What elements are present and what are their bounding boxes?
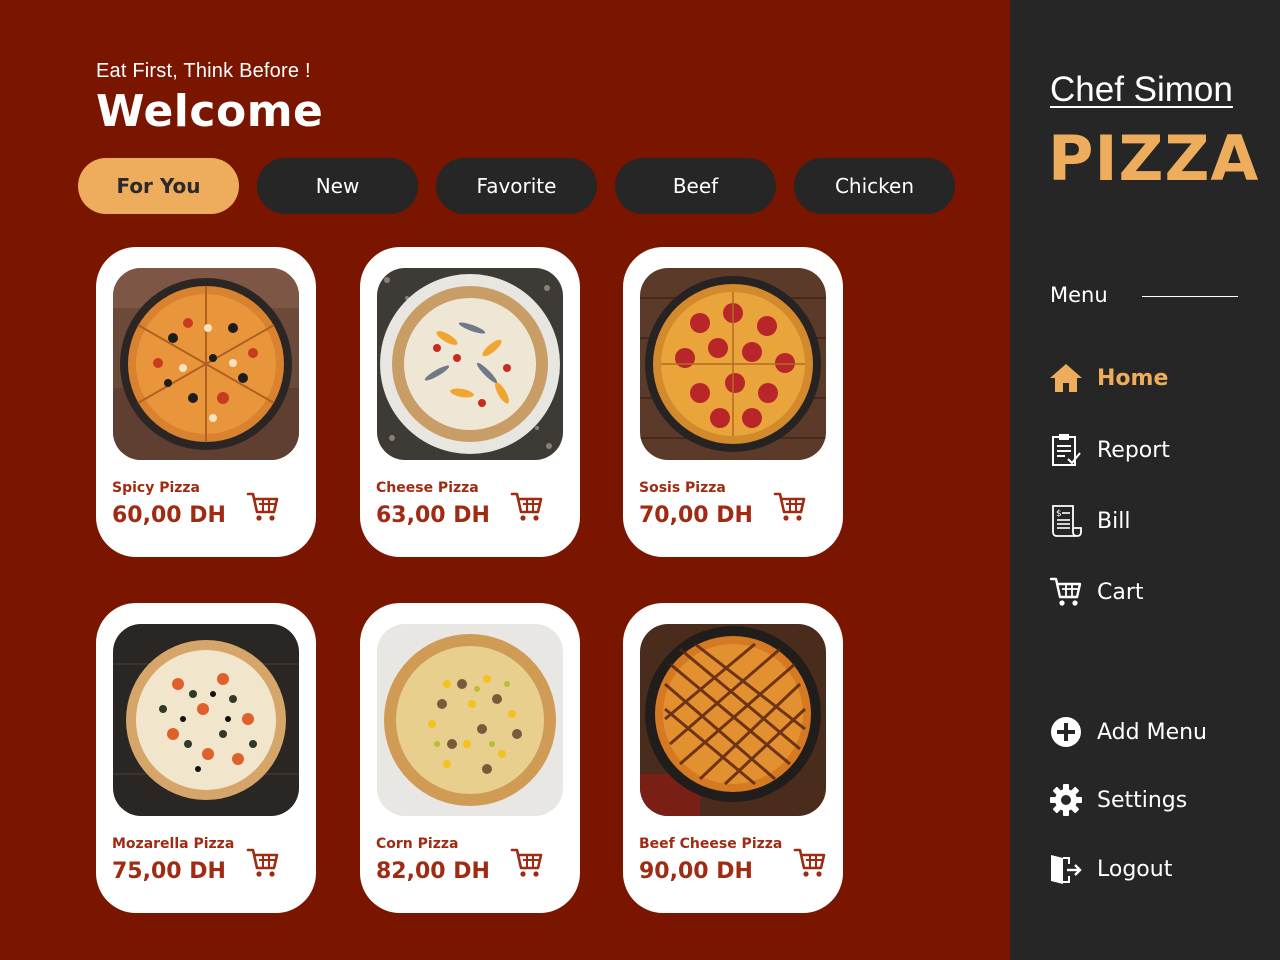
product-price: 60,00 DH [112, 503, 226, 528]
brand-logo: PIZZA [1048, 122, 1260, 195]
sidebar-item-logout[interactable]: Logout [1048, 849, 1172, 889]
product-price: 82,00 DH [376, 859, 490, 884]
product-price: 63,00 DH [376, 503, 490, 528]
tab-chicken[interactable]: Chicken [794, 158, 955, 214]
sidebar-item-bill[interactable]: $ Bill [1048, 501, 1130, 541]
sidebar-item-label: Logout [1097, 856, 1173, 882]
tab-new[interactable]: New [257, 158, 418, 214]
product-card-sosis-pizza[interactable]: Sosis Pizza 70,00 DH [623, 247, 843, 557]
product-card-cheese-pizza[interactable]: Cheese Pizza 63,00 DH [360, 247, 580, 557]
sidebar: Chef Simon PIZZA Menu Home Report $ Bill… [1010, 0, 1280, 960]
product-card-mozarella-pizza[interactable]: Mozarella Pizza 75,00 DH [96, 603, 316, 913]
sidebar-item-label: Add Menu [1097, 719, 1207, 745]
menu-divider [1142, 296, 1238, 297]
main-panel: Eat First, Think Before ! Welcome For Yo… [0, 0, 1010, 960]
sidebar-item-settings[interactable]: Settings [1048, 780, 1187, 820]
sosis-pizza-image [640, 268, 826, 460]
tab-for-you[interactable]: For You [78, 158, 239, 214]
product-name: Corn Pizza [376, 836, 459, 852]
cart-icon[interactable] [793, 846, 827, 880]
product-name: Mozarella Pizza [112, 836, 235, 852]
cheese-pizza-image [377, 268, 563, 460]
product-card-beef-cheese-pizza[interactable]: Beef Cheese Pizza 90,00 DH [623, 603, 843, 913]
sidebar-item-label: Settings [1097, 787, 1188, 813]
sidebar-item-label: Bill [1097, 508, 1131, 534]
sidebar-item-report[interactable]: Report [1048, 430, 1170, 470]
logout-icon [1048, 851, 1084, 887]
svg-text:$: $ [1056, 509, 1062, 519]
sidebar-item-home[interactable]: Home [1048, 358, 1168, 398]
product-card-corn-pizza[interactable]: Corn Pizza 82,00 DH [360, 603, 580, 913]
sidebar-item-label: Home [1097, 365, 1169, 391]
menu-section-label: Menu [1050, 283, 1108, 307]
sidebar-item-add-menu[interactable]: Add Menu [1048, 712, 1207, 752]
product-card-spicy-pizza[interactable]: Spicy Pizza 60,00 DH [96, 247, 316, 557]
product-price: 90,00 DH [639, 859, 753, 884]
page-title: Welcome [96, 86, 324, 137]
gear-icon [1048, 782, 1084, 818]
product-name: Sosis Pizza [639, 480, 726, 496]
sidebar-item-label: Cart [1097, 579, 1144, 605]
product-price: 75,00 DH [112, 859, 226, 884]
corn-pizza-image [377, 624, 563, 816]
category-tabs: For You New Favorite Beef Chicken [78, 158, 955, 214]
spicy-pizza-image [113, 268, 299, 460]
chef-name: Chef Simon [1050, 70, 1233, 109]
cart-icon[interactable] [246, 490, 280, 524]
cart-icon[interactable] [773, 490, 807, 524]
beef-cheese-pizza-image [640, 624, 826, 816]
cart-icon[interactable] [246, 846, 280, 880]
cart-icon[interactable] [510, 846, 544, 880]
sidebar-item-label: Report [1097, 437, 1170, 463]
product-name: Spicy Pizza [112, 480, 201, 496]
product-name: Beef Cheese Pizza [639, 836, 783, 852]
home-icon [1048, 360, 1084, 396]
report-icon [1048, 432, 1084, 468]
tagline: Eat First, Think Before ! [96, 60, 311, 82]
cart-icon [1048, 574, 1084, 610]
product-price: 70,00 DH [639, 503, 753, 528]
sidebar-item-cart[interactable]: Cart [1048, 572, 1144, 612]
product-name: Cheese Pizza [376, 480, 479, 496]
cart-icon[interactable] [510, 490, 544, 524]
bill-icon: $ [1048, 503, 1084, 539]
tab-favorite[interactable]: Favorite [436, 158, 597, 214]
tab-beef[interactable]: Beef [615, 158, 776, 214]
plus-circle-icon [1048, 714, 1084, 750]
mozarella-pizza-image [113, 624, 299, 816]
